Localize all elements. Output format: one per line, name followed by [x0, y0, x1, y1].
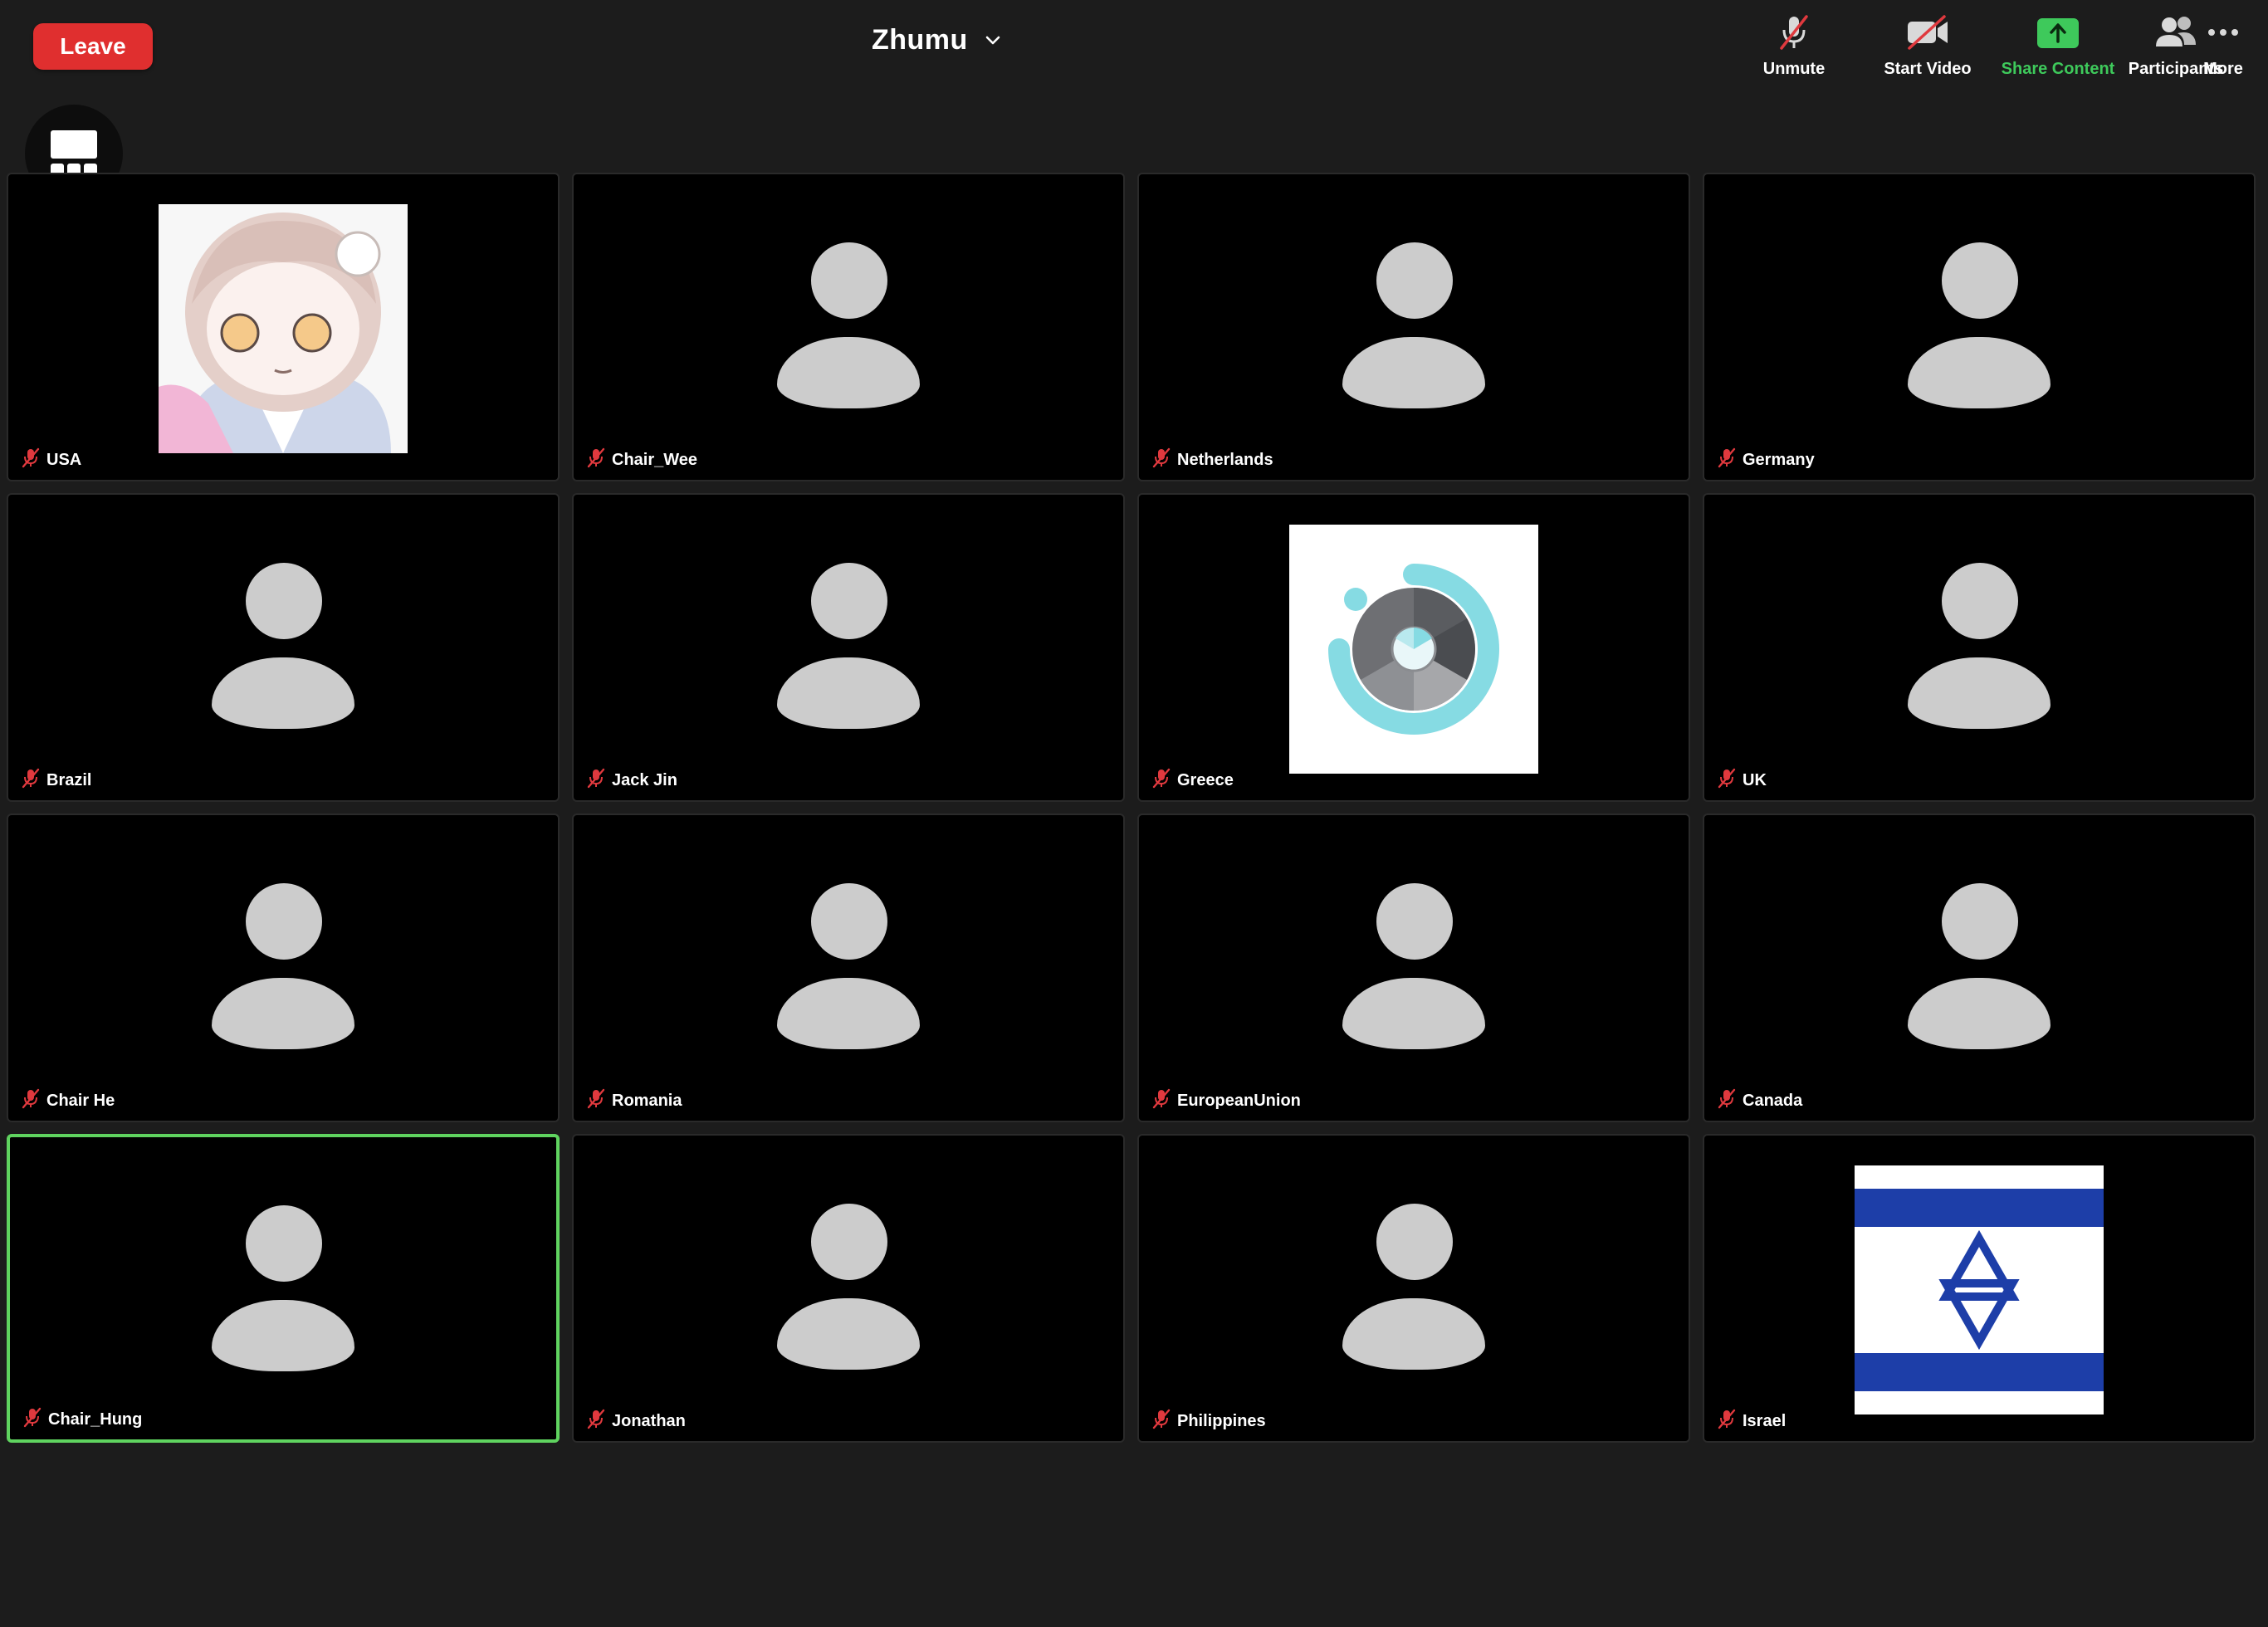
muted-mic-icon	[585, 767, 607, 794]
participant-name: Chair_Wee	[612, 450, 698, 469]
more-label: More	[2203, 60, 2243, 78]
participant-name: EuropeanUnion	[1177, 1091, 1301, 1110]
participant-name-tag: Brazil	[20, 767, 91, 794]
participant-tile[interactable]: Chair_Wee	[572, 173, 1125, 481]
muted-mic-icon	[1716, 1408, 1738, 1434]
participant-name-tag: Netherlands	[1151, 447, 1273, 473]
participant-tile[interactable]: Greece	[1137, 493, 1690, 802]
participant-name: Philippines	[1177, 1411, 1266, 1430]
participant-name: Jack Jin	[612, 770, 677, 789]
participant-tile[interactable]: UK	[1703, 493, 2256, 802]
default-avatar-icon	[212, 563, 354, 729]
muted-mic-icon	[585, 1408, 607, 1434]
muted-mic-icon	[1151, 1087, 1172, 1114]
muted-mic-icon	[1151, 447, 1172, 473]
muted-mic-icon	[585, 447, 607, 473]
participant-name-tag: EuropeanUnion	[1151, 1087, 1301, 1114]
participant-name-tag: Romania	[585, 1087, 682, 1114]
muted-mic-icon	[585, 1087, 607, 1114]
anime-girl-picture	[159, 204, 408, 453]
share-content-label: Share Content	[2001, 60, 2115, 78]
participant-tile[interactable]: Jonathan	[572, 1134, 1125, 1443]
participant-tile[interactable]: USA	[7, 173, 560, 481]
muted-mic-icon	[1716, 447, 1738, 473]
participant-name-tag: Jack Jin	[585, 767, 677, 794]
meeting-title-dropdown[interactable]: Zhumu	[872, 18, 1003, 61]
participant-tile[interactable]: Chair_Hung	[7, 1134, 560, 1443]
video-off-icon	[1903, 12, 1953, 53]
muted-mic-icon	[1716, 767, 1738, 794]
participant-name: UK	[1743, 770, 1767, 789]
default-avatar-icon	[212, 883, 354, 1049]
participant-name: Greece	[1177, 770, 1234, 789]
start-video-label: Start Video	[1884, 60, 1972, 78]
default-avatar-icon	[777, 242, 920, 408]
muted-mic-icon	[1716, 1087, 1738, 1114]
participant-tile[interactable]: Israel	[1703, 1134, 2256, 1443]
muted-mic-icon	[22, 1406, 43, 1433]
participant-name-tag: Chair_Hung	[22, 1406, 142, 1433]
participant-tile[interactable]: Philippines	[1137, 1134, 1690, 1443]
participant-tile[interactable]: Chair He	[7, 814, 560, 1122]
default-avatar-icon	[777, 883, 920, 1049]
meeting-top-bar: Leave Zhumu Unmute Start Video Share Con…	[0, 0, 2268, 91]
unmute-label: Unmute	[1762, 60, 1826, 78]
start-video-button[interactable]: Start Video	[1870, 12, 1986, 86]
participant-name-tag: USA	[20, 447, 81, 473]
muted-mic-icon	[20, 767, 42, 794]
participant-name: USA	[46, 450, 82, 469]
muted-mic-icon	[20, 447, 42, 473]
default-avatar-icon	[212, 1205, 354, 1371]
participant-tile[interactable]: Jack Jin	[572, 493, 1125, 802]
share-content-icon	[2033, 12, 2083, 53]
participant-name-tag: Jonathan	[585, 1408, 686, 1434]
participant-name: Israel	[1743, 1411, 1787, 1430]
participant-name: Germany	[1743, 450, 1815, 469]
chevron-down-icon	[985, 36, 1000, 45]
participant-name: Chair_Hung	[48, 1410, 143, 1429]
participant-name: Netherlands	[1177, 450, 1273, 469]
participant-name: Jonathan	[612, 1411, 686, 1430]
participant-tile[interactable]: Romania	[572, 814, 1125, 1122]
default-avatar-icon	[1342, 883, 1485, 1049]
participant-name-tag: Chair_Wee	[585, 447, 697, 473]
participant-tile[interactable]: Brazil	[7, 493, 560, 802]
default-avatar-icon	[777, 1204, 920, 1370]
circular-logo-picture	[1289, 525, 1538, 774]
default-avatar-icon	[1342, 1204, 1485, 1370]
default-avatar-icon	[1908, 563, 2050, 729]
muted-mic-icon	[1151, 767, 1172, 794]
participant-name-tag: Chair He	[20, 1087, 115, 1114]
leave-button[interactable]: Leave	[33, 23, 153, 70]
participant-tile[interactable]: EuropeanUnion	[1137, 814, 1690, 1122]
participant-name-tag: Greece	[1151, 767, 1234, 794]
participant-name: Chair He	[46, 1091, 115, 1110]
israel-flag-picture	[1855, 1165, 2104, 1414]
participant-tile[interactable]: Netherlands	[1137, 173, 1690, 481]
participant-name-tag: UK	[1716, 767, 1767, 794]
participant-name-tag: Philippines	[1151, 1408, 1266, 1434]
participant-name: Canada	[1743, 1091, 1803, 1110]
share-content-button[interactable]: Share Content	[1994, 12, 2122, 86]
default-avatar-icon	[1908, 883, 2050, 1049]
participant-name: Brazil	[46, 770, 92, 789]
muted-mic-icon	[1151, 1408, 1172, 1434]
participant-name-tag: Canada	[1716, 1087, 1802, 1114]
default-avatar-icon	[1342, 242, 1485, 408]
default-avatar-icon	[1908, 242, 2050, 408]
participant-name: Romania	[612, 1091, 682, 1110]
unmute-button[interactable]: Unmute	[1748, 12, 1840, 86]
participant-name-tag: Germany	[1716, 447, 1815, 473]
more-button[interactable]: More	[2192, 12, 2255, 86]
muted-mic-icon	[1769, 12, 1819, 53]
meeting-title: Zhumu	[872, 23, 968, 56]
participant-tile[interactable]: Germany	[1703, 173, 2256, 481]
participant-tile[interactable]: Canada	[1703, 814, 2256, 1122]
default-avatar-icon	[777, 563, 920, 729]
more-dots-icon	[2198, 12, 2248, 53]
participant-gallery: USA Chair_Wee Netherlands Germany Brazil…	[7, 173, 2261, 1449]
muted-mic-icon	[20, 1087, 42, 1114]
participant-name-tag: Israel	[1716, 1408, 1786, 1434]
